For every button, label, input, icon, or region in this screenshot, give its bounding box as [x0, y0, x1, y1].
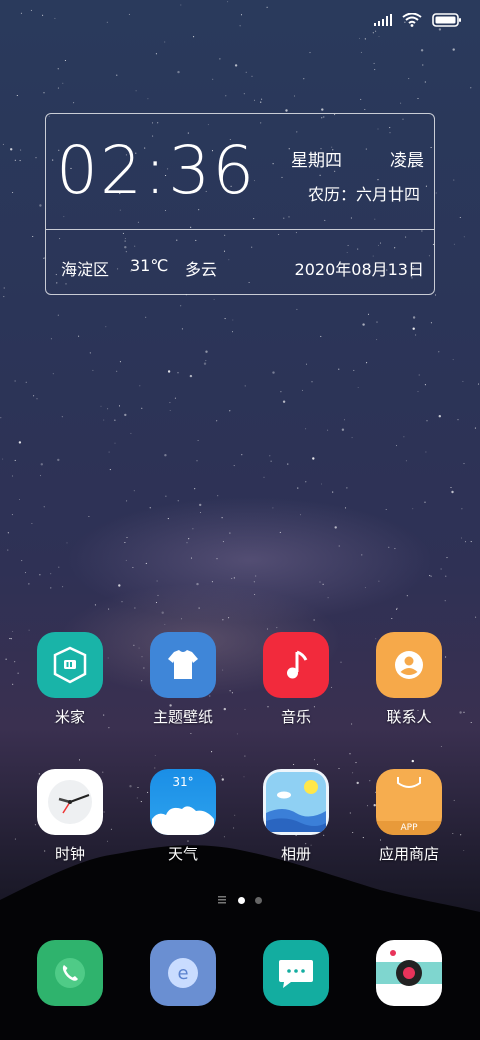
widget-divider — [46, 229, 434, 230]
app-label: 音乐 — [280, 708, 311, 726]
app-label: 天气 — [167, 845, 198, 863]
app-label: 时钟 — [54, 845, 85, 863]
theme-shirt-icon — [150, 632, 216, 698]
temperature-label: 31℃ — [130, 256, 169, 275]
status-bar — [374, 10, 462, 30]
day-period-label: 凌晨 — [390, 151, 424, 171]
phone-icon[interactable] — [37, 940, 103, 1006]
date-label: 2020年08月13日 — [294, 260, 424, 279]
app-mi-home[interactable]: 米家 — [20, 632, 120, 727]
app-label: 主题壁纸 — [152, 708, 213, 726]
camera-icon[interactable] — [376, 940, 442, 1006]
gallery-picture-icon — [263, 769, 329, 835]
location-label: 海淀区 — [61, 260, 110, 279]
lunar-date-label: 农历：六月廿四 — [307, 185, 420, 204]
weekday-label: 星期四 — [291, 151, 342, 171]
app-label: 米家 — [54, 708, 85, 726]
app-label: 应用商店 — [378, 845, 439, 863]
app-contacts[interactable]: 联系人 — [359, 632, 459, 727]
app-weather[interactable]: 31° 天气 — [133, 769, 233, 864]
signal-bars-icon — [374, 14, 392, 26]
mi-home-icon — [37, 632, 103, 698]
music-note-icon — [263, 632, 329, 698]
message-bubble-icon[interactable] — [263, 940, 329, 1006]
weather-cloud-icon: 31° — [150, 769, 216, 835]
svg-text:e: e — [177, 963, 188, 984]
browser-e-icon[interactable]: e — [150, 940, 216, 1006]
contacts-person-icon — [376, 632, 442, 698]
app-music[interactable]: 音乐 — [246, 632, 346, 727]
app-clock[interactable]: 时钟 — [20, 769, 120, 864]
app-gallery[interactable]: 相册 — [246, 769, 346, 864]
app-store-badge: APP — [400, 823, 418, 833]
clock-weather-widget[interactable]: 02:36 星期四 凌晨 农历：六月廿四 海淀区 31℃ 多云 2020年08月… — [45, 113, 435, 295]
clock-time: 02:36 — [56, 132, 257, 209]
app-themes[interactable]: 主题壁纸 — [133, 632, 233, 727]
page-indicator[interactable] — [0, 896, 480, 904]
battery-icon — [432, 13, 461, 27]
wifi-icon — [402, 13, 422, 27]
page-dot-active[interactable] — [238, 896, 245, 904]
app-store-bag-icon: APP — [376, 769, 442, 835]
menu-lines-icon[interactable] — [218, 896, 228, 904]
app-label: 联系人 — [386, 708, 432, 726]
dock: e — [0, 940, 480, 1020]
app-store[interactable]: APP 应用商店 — [359, 769, 459, 864]
app-label: 相册 — [280, 845, 311, 863]
weather-condition-label: 多云 — [185, 260, 218, 279]
page-dot[interactable] — [255, 896, 262, 904]
clock-icon — [37, 769, 103, 835]
